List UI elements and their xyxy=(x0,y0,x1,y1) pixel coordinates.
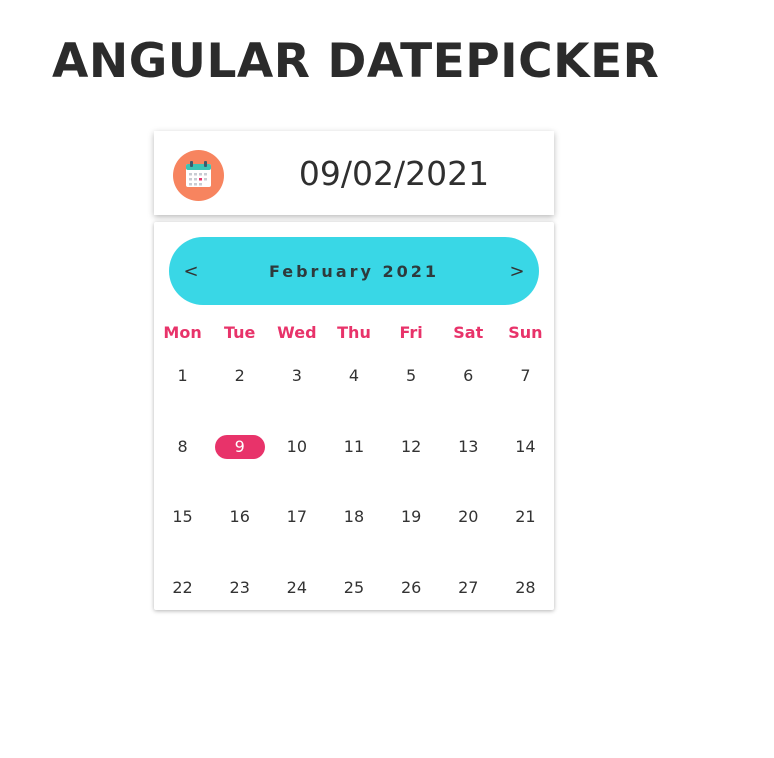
day-cell[interactable]: 7 xyxy=(497,364,554,435)
day-cell[interactable]: 21 xyxy=(497,505,554,576)
day-cell[interactable]: 11 xyxy=(325,435,382,506)
day-cell[interactable]: 20 xyxy=(440,505,497,576)
month-header: < February 2021 > xyxy=(169,237,539,305)
day-cell[interactable]: 10 xyxy=(268,435,325,506)
page-title: ANGULAR DATEPICKER xyxy=(52,34,660,89)
day-cell[interactable]: 6 xyxy=(440,364,497,435)
day-number: 23 xyxy=(229,577,250,597)
day-number: 5 xyxy=(406,366,417,385)
calendar-icon[interactable] xyxy=(173,150,224,201)
day-cell[interactable]: 5 xyxy=(383,364,440,435)
day-number: 3 xyxy=(291,366,302,385)
day-cell[interactable]: 27 xyxy=(440,576,497,611)
day-number: 24 xyxy=(286,577,308,597)
day-number: 28 xyxy=(515,577,536,597)
day-number: 8 xyxy=(177,436,188,456)
weekday-thu: Thu xyxy=(337,323,371,342)
calendar-dropdown: < February 2021 > Mon Tue Wed Thu Fri Sa… xyxy=(154,222,554,610)
day-number: 4 xyxy=(348,366,360,385)
day-number: 11 xyxy=(343,436,365,456)
day-cell[interactable]: 22 xyxy=(154,576,211,611)
weekday-sun: Sun xyxy=(508,323,543,342)
day-cell[interactable]: 4 xyxy=(325,364,382,435)
day-number: 7 xyxy=(520,366,531,385)
weekday-tue: Tue xyxy=(224,323,256,342)
day-cell[interactable]: 19 xyxy=(383,505,440,576)
day-number-selected: 9 xyxy=(214,434,265,459)
day-number: 12 xyxy=(400,436,422,456)
day-number: 25 xyxy=(343,577,365,597)
day-cell[interactable]: 15 xyxy=(154,505,211,576)
day-cell[interactable]: 13 xyxy=(440,435,497,506)
day-number: 10 xyxy=(286,436,308,456)
day-number: 6 xyxy=(463,366,474,385)
weekday-header: Mon Tue Wed Thu Fri Sat Sun xyxy=(154,320,554,346)
day-grid: 1 2 3 4 5 6 7 8 9 10 11 12 13 14 15 16 1… xyxy=(154,364,554,610)
day-cell[interactable]: 17 xyxy=(268,505,325,576)
day-cell-selected[interactable]: 9 xyxy=(211,434,268,506)
day-cell[interactable]: 14 xyxy=(497,435,554,506)
weekday-fri: Fri xyxy=(399,323,423,342)
day-number: 27 xyxy=(458,577,479,597)
day-cell[interactable]: 18 xyxy=(325,505,382,576)
day-cell[interactable]: 12 xyxy=(383,435,440,506)
day-number: 26 xyxy=(400,577,422,597)
weekday-wed: Wed xyxy=(277,323,317,342)
day-number: 20 xyxy=(458,507,479,526)
day-number: 19 xyxy=(400,507,422,526)
day-number: 21 xyxy=(515,507,536,526)
day-number: 16 xyxy=(229,507,250,526)
day-cell[interactable]: 16 xyxy=(211,505,268,576)
day-cell[interactable]: 23 xyxy=(211,576,268,611)
day-number: 1 xyxy=(177,366,188,385)
month-label: February 2021 xyxy=(268,261,440,281)
weekday-sat: Sat xyxy=(453,323,484,342)
day-cell[interactable]: 26 xyxy=(383,576,440,611)
day-number: 22 xyxy=(172,577,193,597)
day-cell[interactable]: 28 xyxy=(497,576,554,611)
prev-month-button[interactable]: < xyxy=(171,237,211,305)
day-number: 14 xyxy=(515,436,536,456)
day-number: 15 xyxy=(172,507,193,526)
day-cell[interactable]: 25 xyxy=(325,576,382,611)
day-cell[interactable]: 3 xyxy=(268,364,325,435)
day-cell[interactable]: 2 xyxy=(211,364,268,435)
date-input-box[interactable]: 09/02/2021 xyxy=(154,131,554,215)
day-cell[interactable]: 8 xyxy=(154,435,211,506)
day-cell[interactable]: 1 xyxy=(154,364,211,435)
day-number: 18 xyxy=(343,507,365,526)
date-input-value[interactable]: 09/02/2021 xyxy=(234,131,554,215)
next-month-button[interactable]: > xyxy=(497,237,537,305)
day-number: 2 xyxy=(234,366,245,385)
weekday-mon: Mon xyxy=(163,323,202,342)
day-number: 17 xyxy=(286,507,308,526)
day-number: 13 xyxy=(458,436,479,456)
day-cell[interactable]: 24 xyxy=(268,576,325,611)
